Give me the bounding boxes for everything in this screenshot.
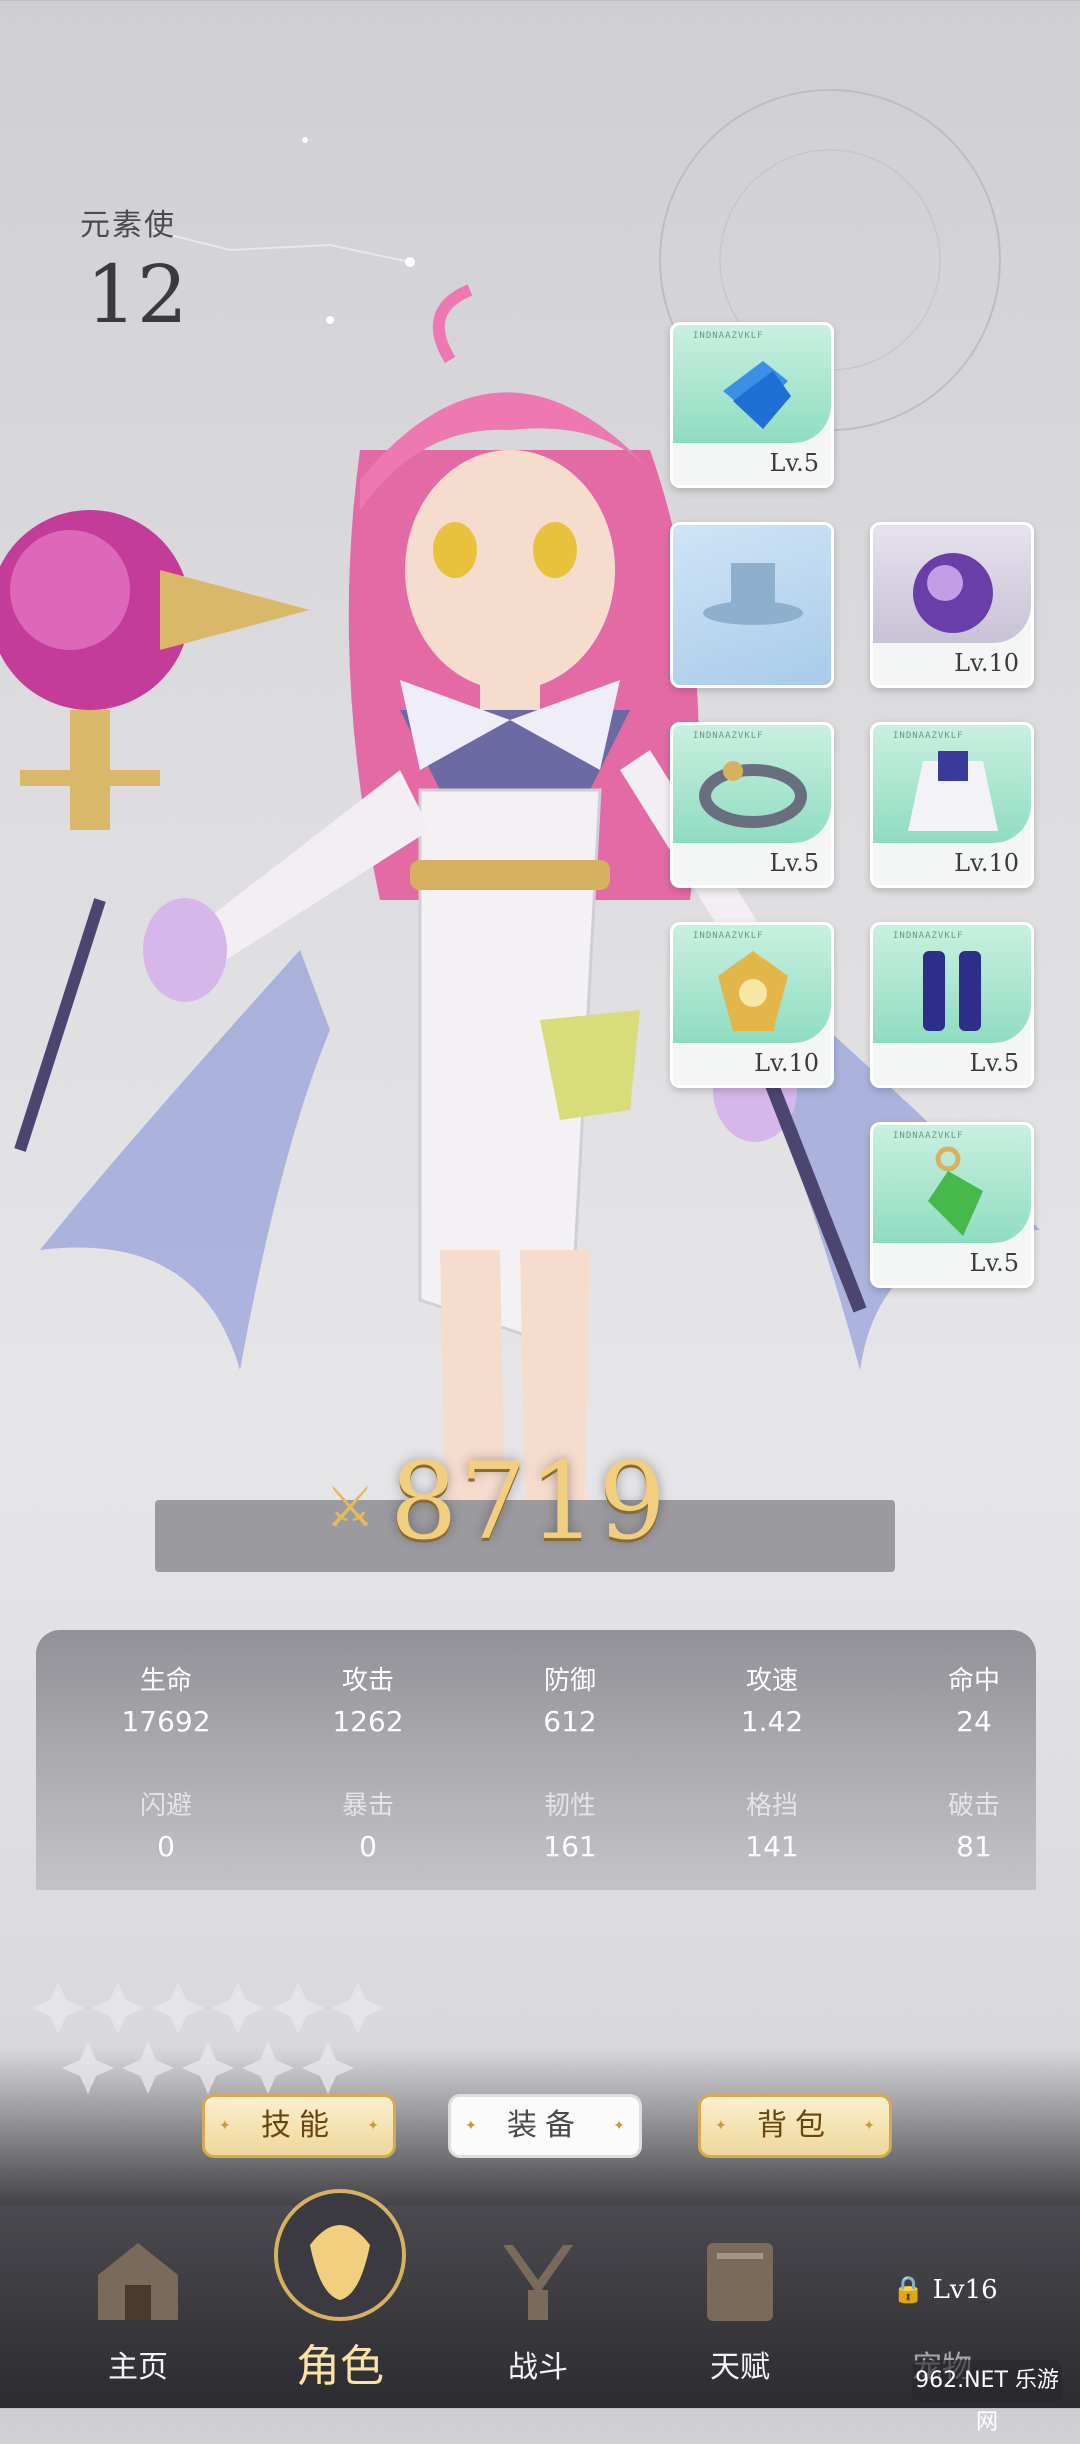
stat-label: 暴击 (341, 1791, 394, 1821)
stat-dodge: 闪避 0 (66, 1785, 266, 1863)
slot-code: INDNAAZVKLF (893, 1131, 964, 1141)
stat-value: 0 (359, 1830, 377, 1863)
equip-slot-gem[interactable]: INDNAAZVKLF Lv.5 (670, 322, 834, 488)
stat-label: 防御 (543, 1666, 596, 1696)
stats-panel: 生命 17692 攻击 1262 防御 612 攻速 1.42 命中 24 闪避… (36, 1630, 1036, 1890)
ring-icon (699, 761, 807, 828)
stat-attack-speed: 攻速 1.42 (672, 1660, 872, 1738)
stat-label: 闪避 (139, 1791, 192, 1821)
lock-level: Lv16 (932, 2275, 998, 2305)
stat-block: 格挡 141 (672, 1785, 872, 1863)
slot-level: Lv.10 (954, 849, 1019, 877)
slot-code: INDNAAZVKLF (693, 931, 764, 941)
slot-code: INDNAAZVKLF (693, 331, 764, 341)
nav-role-label: 角色 (296, 2341, 384, 2392)
stat-defense: 防御 612 (470, 1660, 670, 1738)
stat-label: 格挡 (745, 1791, 798, 1821)
stat-value: 17692 (121, 1705, 211, 1738)
nav-pet-lock: 🔒 Lv16 (892, 2275, 998, 2305)
stat-value: 0 (157, 1830, 175, 1863)
purple-orb-icon (913, 553, 993, 633)
stat-label: 韧性 (543, 1791, 596, 1821)
nav-talent-label: 天赋 (710, 2350, 770, 2385)
nav-home[interactable]: 主页 (38, 2205, 238, 2408)
slot-level: Lv.10 (754, 1049, 819, 1077)
nav-role[interactable]: 角色 (240, 2189, 440, 2408)
equip-slot-orb[interactable]: Lv.10 (870, 522, 1034, 688)
stat-value: 1262 (332, 1705, 404, 1738)
tab-equip[interactable]: ✦ 装备 ✦ (448, 2094, 642, 2158)
stat-value: 612 (543, 1705, 597, 1738)
tab-skills[interactable]: ✦ 技能 ✦ (202, 2094, 396, 2158)
equip-slot-cape[interactable]: INDNAAZVKLF Lv.10 (870, 722, 1034, 888)
tab-bag[interactable]: ✦ 背包 ✦ (698, 2094, 892, 2158)
slot-code: INDNAAZVKLF (893, 731, 964, 741)
nav-battle[interactable]: 战斗 (438, 2205, 638, 2408)
nav-talent[interactable]: 天赋 (640, 2205, 840, 2408)
slot-code: INDNAAZVKLF (893, 931, 964, 941)
stat-label: 破击 (947, 1791, 1000, 1821)
stat-value: 141 (745, 1830, 799, 1863)
slot-level: Lv.5 (969, 1049, 1019, 1077)
stat-hit: 命中 24 (874, 1660, 1074, 1738)
nav-battle-label: 战斗 (508, 2350, 568, 2385)
diamond-icon: ✦ (219, 2118, 231, 2134)
stat-label: 生命 (139, 1666, 192, 1696)
tab-bag-label: 背包 (757, 2108, 833, 2143)
book-icon (707, 2243, 773, 2321)
lock-icon: 🔒 (892, 2275, 925, 2305)
character-icon (274, 2189, 406, 2321)
stat-crit: 暴击 0 (268, 1785, 468, 1863)
crossed-swords-icon: ⚔ (325, 1475, 376, 1540)
hat-icon (703, 563, 803, 625)
character-class-label: 元素使 (80, 208, 176, 243)
stat-break: 破击 81 (874, 1785, 1074, 1863)
stat-label: 命中 (947, 1666, 1000, 1696)
diamond-icon: ✦ (863, 2118, 875, 2134)
tab-skills-label: 技能 (261, 2108, 337, 2143)
stat-attack: 攻击 1262 (268, 1660, 468, 1738)
diamond-icon: ✦ (715, 2118, 727, 2134)
equip-slot-hat-empty[interactable] (670, 522, 834, 688)
watermark-logo: 962.NET 乐游网 (912, 2360, 1062, 2435)
stat-hp: 生命 17692 (66, 1660, 266, 1738)
equip-slot-boots[interactable]: INDNAAZVKLF Lv.5 (870, 922, 1034, 1088)
equip-slot-crest[interactable]: INDNAAZVKLF Lv.10 (670, 922, 834, 1088)
cape-icon (908, 751, 998, 831)
stat-value: 1.42 (740, 1705, 804, 1738)
swords-icon (503, 2245, 573, 2320)
equip-slot-ring[interactable]: INDNAAZVKLF Lv.5 (670, 722, 834, 888)
slot-code: INDNAAZVKLF (693, 731, 764, 741)
equip-slot-pendant[interactable]: INDNAAZVKLF Lv.5 (870, 1122, 1034, 1288)
slot-level: Lv.10 (954, 649, 1019, 677)
diamond-icon: ✦ (613, 2118, 625, 2134)
combat-power-value: 8719 (390, 1440, 668, 1563)
diamond-icon: ✦ (465, 2118, 477, 2134)
tab-equip-label: 装备 (507, 2108, 583, 2143)
green-pendant-icon (928, 1146, 983, 1236)
stat-value: 81 (956, 1830, 992, 1863)
stat-value: 24 (956, 1705, 992, 1738)
crystal-gem-icon (723, 361, 791, 429)
slot-level: Lv.5 (969, 1249, 1019, 1277)
slot-level: Lv.5 (769, 449, 819, 477)
nav-home-label: 主页 (108, 2350, 168, 2385)
boots-icon (923, 951, 981, 1031)
house-icon (98, 2243, 178, 2320)
diamond-icon: ✦ (367, 2118, 379, 2134)
stat-value: 161 (543, 1830, 597, 1863)
gold-crest-icon (718, 951, 788, 1031)
stat-label: 攻速 (745, 1666, 798, 1696)
stat-toughness: 韧性 161 (470, 1785, 670, 1863)
stat-label: 攻击 (341, 1666, 394, 1696)
slot-level: Lv.5 (769, 849, 819, 877)
